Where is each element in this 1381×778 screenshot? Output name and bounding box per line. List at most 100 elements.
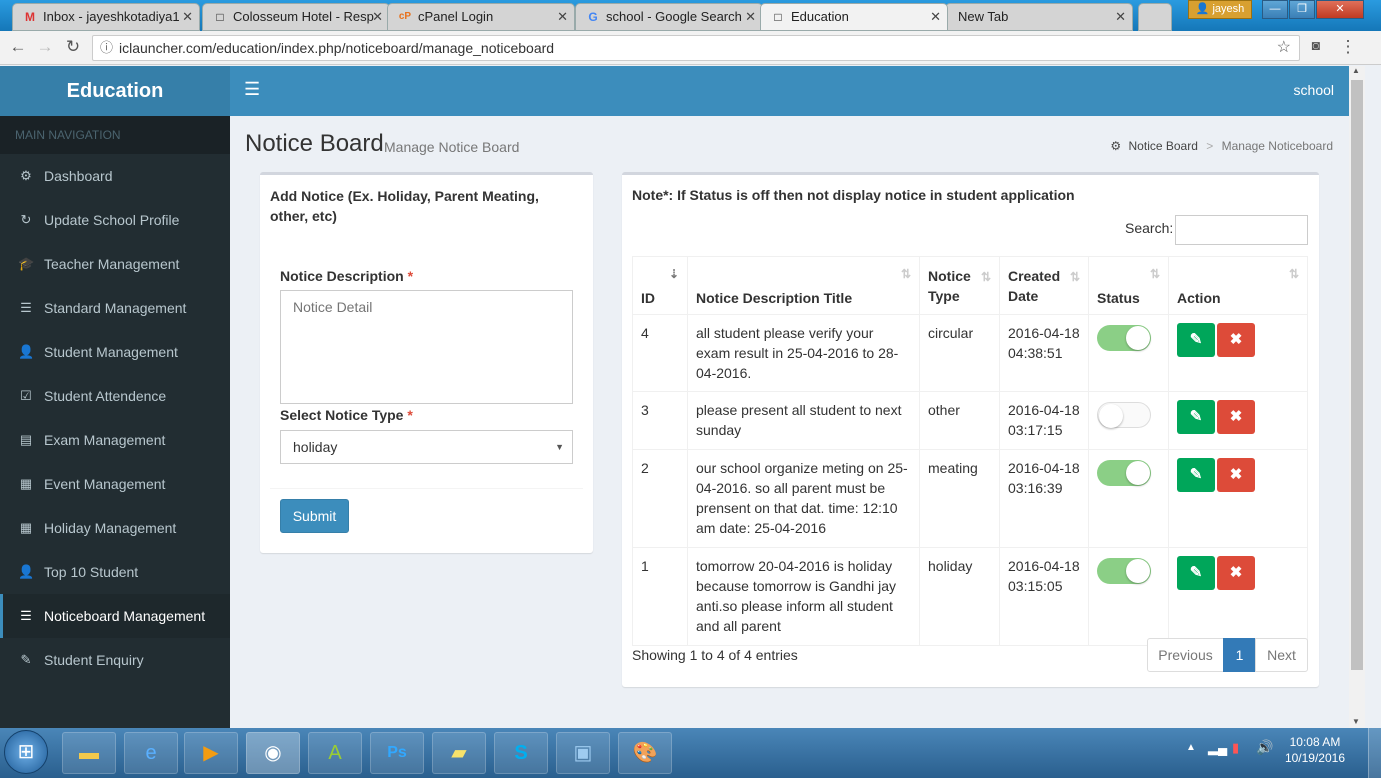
breadcrumb-item[interactable]: Notice Board xyxy=(1129,139,1198,153)
close-icon[interactable]: ✕ xyxy=(557,4,568,30)
col-action[interactable]: Action ⇅ xyxy=(1168,256,1308,315)
sidebar-item-student-enquiry[interactable]: ✎ Student Enquiry xyxy=(0,638,230,682)
back-icon[interactable]: ← xyxy=(8,37,28,57)
ie-icon[interactable]: e xyxy=(124,732,178,774)
chrome-icon[interactable]: ◉ xyxy=(246,732,300,774)
cell-type: circular xyxy=(919,314,1000,392)
sidebar-item-holiday-management[interactable]: ▦ Holiday Management xyxy=(0,506,230,550)
col-type[interactable]: Notice Type ⇅ xyxy=(919,256,1000,315)
close-icon[interactable]: ✕ xyxy=(745,4,756,30)
col-created[interactable]: Created Date ⇅ xyxy=(999,256,1089,315)
reload-icon[interactable]: ↻ xyxy=(63,37,83,57)
delete-icon[interactable]: ✖ xyxy=(1217,323,1255,357)
column-label: Notice Type xyxy=(928,268,971,304)
col-id[interactable]: ID ⇣ xyxy=(632,256,688,315)
hamburger-icon[interactable]: ☰ xyxy=(244,79,260,100)
pagination-previous[interactable]: Previous xyxy=(1147,638,1224,672)
sidebar-item-dashboard[interactable]: ⚙ Dashboard xyxy=(0,154,230,198)
close-icon[interactable]: ✕ xyxy=(930,4,941,30)
close-icon[interactable]: ✕ xyxy=(182,4,193,30)
media-player-icon[interactable]: ▶ xyxy=(184,732,238,774)
notice-table: ID ⇣ Notice Description Title ⇅ Notice Typ… xyxy=(632,256,1308,646)
submit-button[interactable]: Submit xyxy=(280,499,349,533)
close-window-button[interactable]: ✕ xyxy=(1316,0,1364,19)
pagination-next[interactable]: Next xyxy=(1255,638,1308,672)
status-toggle[interactable] xyxy=(1097,460,1151,486)
volume-icon[interactable]: 🔊 xyxy=(1256,739,1273,756)
top-header: ☰ school xyxy=(230,66,1349,116)
profile-button[interactable]: 👤 jayesh xyxy=(1188,0,1252,19)
sidebar-item-noticeboard-management[interactable]: ☰ Noticeboard Management xyxy=(0,594,230,638)
cell-action: ✎ ✖ xyxy=(1168,449,1308,548)
tab-colosseum[interactable]: □ Colosseum Hotel - Resp ✕ xyxy=(202,3,390,31)
show-hidden-icons[interactable]: ▲ xyxy=(1186,742,1196,753)
explorer-icon[interactable]: ▬ xyxy=(62,732,116,774)
show-desktop-button[interactable] xyxy=(1368,728,1381,778)
sidebar-item-top-10-student[interactable]: 👤 Top 10 Student xyxy=(0,550,230,594)
delete-icon[interactable]: ✖ xyxy=(1217,400,1255,434)
menu-item-icon: 👤 xyxy=(18,564,35,579)
minimize-button[interactable]: — xyxy=(1262,0,1288,19)
cell-title: our school organize meting on 25-04-2016… xyxy=(687,449,920,548)
skype-icon[interactable]: S xyxy=(494,732,548,774)
status-toggle[interactable] xyxy=(1097,558,1151,584)
sidebar-item-label: Noticeboard Management xyxy=(44,608,206,624)
tab-education[interactable]: □ Education ✕ xyxy=(760,3,948,31)
sidebar-item-student-management[interactable]: 👤 Student Management xyxy=(0,330,230,374)
sidebar-item-teacher-management[interactable]: 🎓 Teacher Management xyxy=(0,242,230,286)
menu-icon[interactable]: ⋮ xyxy=(1338,37,1358,57)
delete-icon[interactable]: ✖ xyxy=(1217,556,1255,590)
col-title[interactable]: Notice Description Title ⇅ xyxy=(687,256,920,315)
status-toggle[interactable] xyxy=(1097,325,1151,351)
edit-icon[interactable]: ✎ xyxy=(1177,556,1215,590)
new-tab-button[interactable] xyxy=(1138,3,1172,31)
photoshop-icon[interactable]: Ps xyxy=(370,732,424,774)
camera-icon[interactable]: ◙ xyxy=(1306,37,1326,53)
page-scrollbar[interactable]: ▲ ▼ xyxy=(1349,66,1365,728)
sort-icon: ⇅ xyxy=(1149,267,1160,281)
paint-icon[interactable]: 🎨 xyxy=(618,732,672,774)
status-toggle[interactable] xyxy=(1097,402,1151,428)
sidebar-item-event-management[interactable]: ▦ Event Management xyxy=(0,462,230,506)
tab-new[interactable]: New Tab ✕ xyxy=(945,3,1133,31)
browser-tab-bar: M Inbox - jayeshkotadiya1 ✕ □ Colosseum Hot… xyxy=(0,0,1381,31)
notice-description-input[interactable] xyxy=(280,290,573,404)
android-studio-icon[interactable]: A xyxy=(308,732,362,774)
close-icon[interactable]: ✕ xyxy=(1115,4,1126,30)
scrollbar-thumb[interactable] xyxy=(1351,80,1363,670)
menu-item-icon: ▦ xyxy=(19,520,33,535)
tab-google[interactable]: Gschool - Google Search ✕ xyxy=(575,3,763,31)
edit-icon[interactable]: ✎ xyxy=(1177,400,1215,434)
col-status[interactable]: Status ⇅ xyxy=(1088,256,1169,315)
sidebar: Education MAIN NAVIGATION ⚙ Dashboard ↻ Upd… xyxy=(0,66,230,728)
start-button[interactable]: ⊞ xyxy=(4,730,48,774)
delete-icon[interactable]: ✖ xyxy=(1217,458,1255,492)
sidebar-item-label: Update School Profile xyxy=(44,212,180,228)
sidebar-item-standard-management[interactable]: ☰ Standard Management xyxy=(0,286,230,330)
sidebar-item-student-attendence[interactable]: ☑ Student Attendence xyxy=(0,374,230,418)
sidebar-item-update-school-profile[interactable]: ↻ Update School Profile xyxy=(0,198,230,242)
sticky-notes-icon[interactable]: ▰ xyxy=(432,732,486,774)
close-icon[interactable]: ✕ xyxy=(372,4,383,30)
scroll-up-icon[interactable]: ▲ xyxy=(1352,66,1360,75)
tab-cpanel[interactable]: cP cPanel Login ✕ xyxy=(387,3,575,31)
maximize-button[interactable]: ❐ xyxy=(1289,0,1315,19)
search-input[interactable] xyxy=(1175,215,1308,245)
scroll-down-icon[interactable]: ▼ xyxy=(1352,717,1360,726)
sort-icon: ⇅ xyxy=(980,270,991,284)
forward-icon[interactable]: → xyxy=(35,37,55,57)
pagination-page-1[interactable]: 1 xyxy=(1223,638,1256,672)
battery-icon[interactable]: ▮ xyxy=(1232,740,1239,756)
edit-icon[interactable]: ✎ xyxy=(1177,323,1215,357)
clock[interactable]: 10:08 AM 10/19/2016 xyxy=(1285,734,1345,766)
app-logo[interactable]: Education xyxy=(0,66,230,116)
sidebar-item-exam-management[interactable]: ▤ Exam Management xyxy=(0,418,230,462)
url-input[interactable]: ⓘ iclauncher.com/education/index.php/not… xyxy=(92,35,1300,61)
user-menu[interactable]: school xyxy=(1294,82,1334,98)
app-icon[interactable]: ▣ xyxy=(556,732,610,774)
tab-inbox[interactable]: M Inbox - jayeshkotadiya1 ✕ xyxy=(12,3,200,31)
signal-icon[interactable]: ▂▄ xyxy=(1208,740,1227,756)
star-icon[interactable]: ☆ xyxy=(1277,36,1291,60)
notice-type-select[interactable]: holiday ▼ xyxy=(280,430,573,464)
edit-icon[interactable]: ✎ xyxy=(1177,458,1215,492)
